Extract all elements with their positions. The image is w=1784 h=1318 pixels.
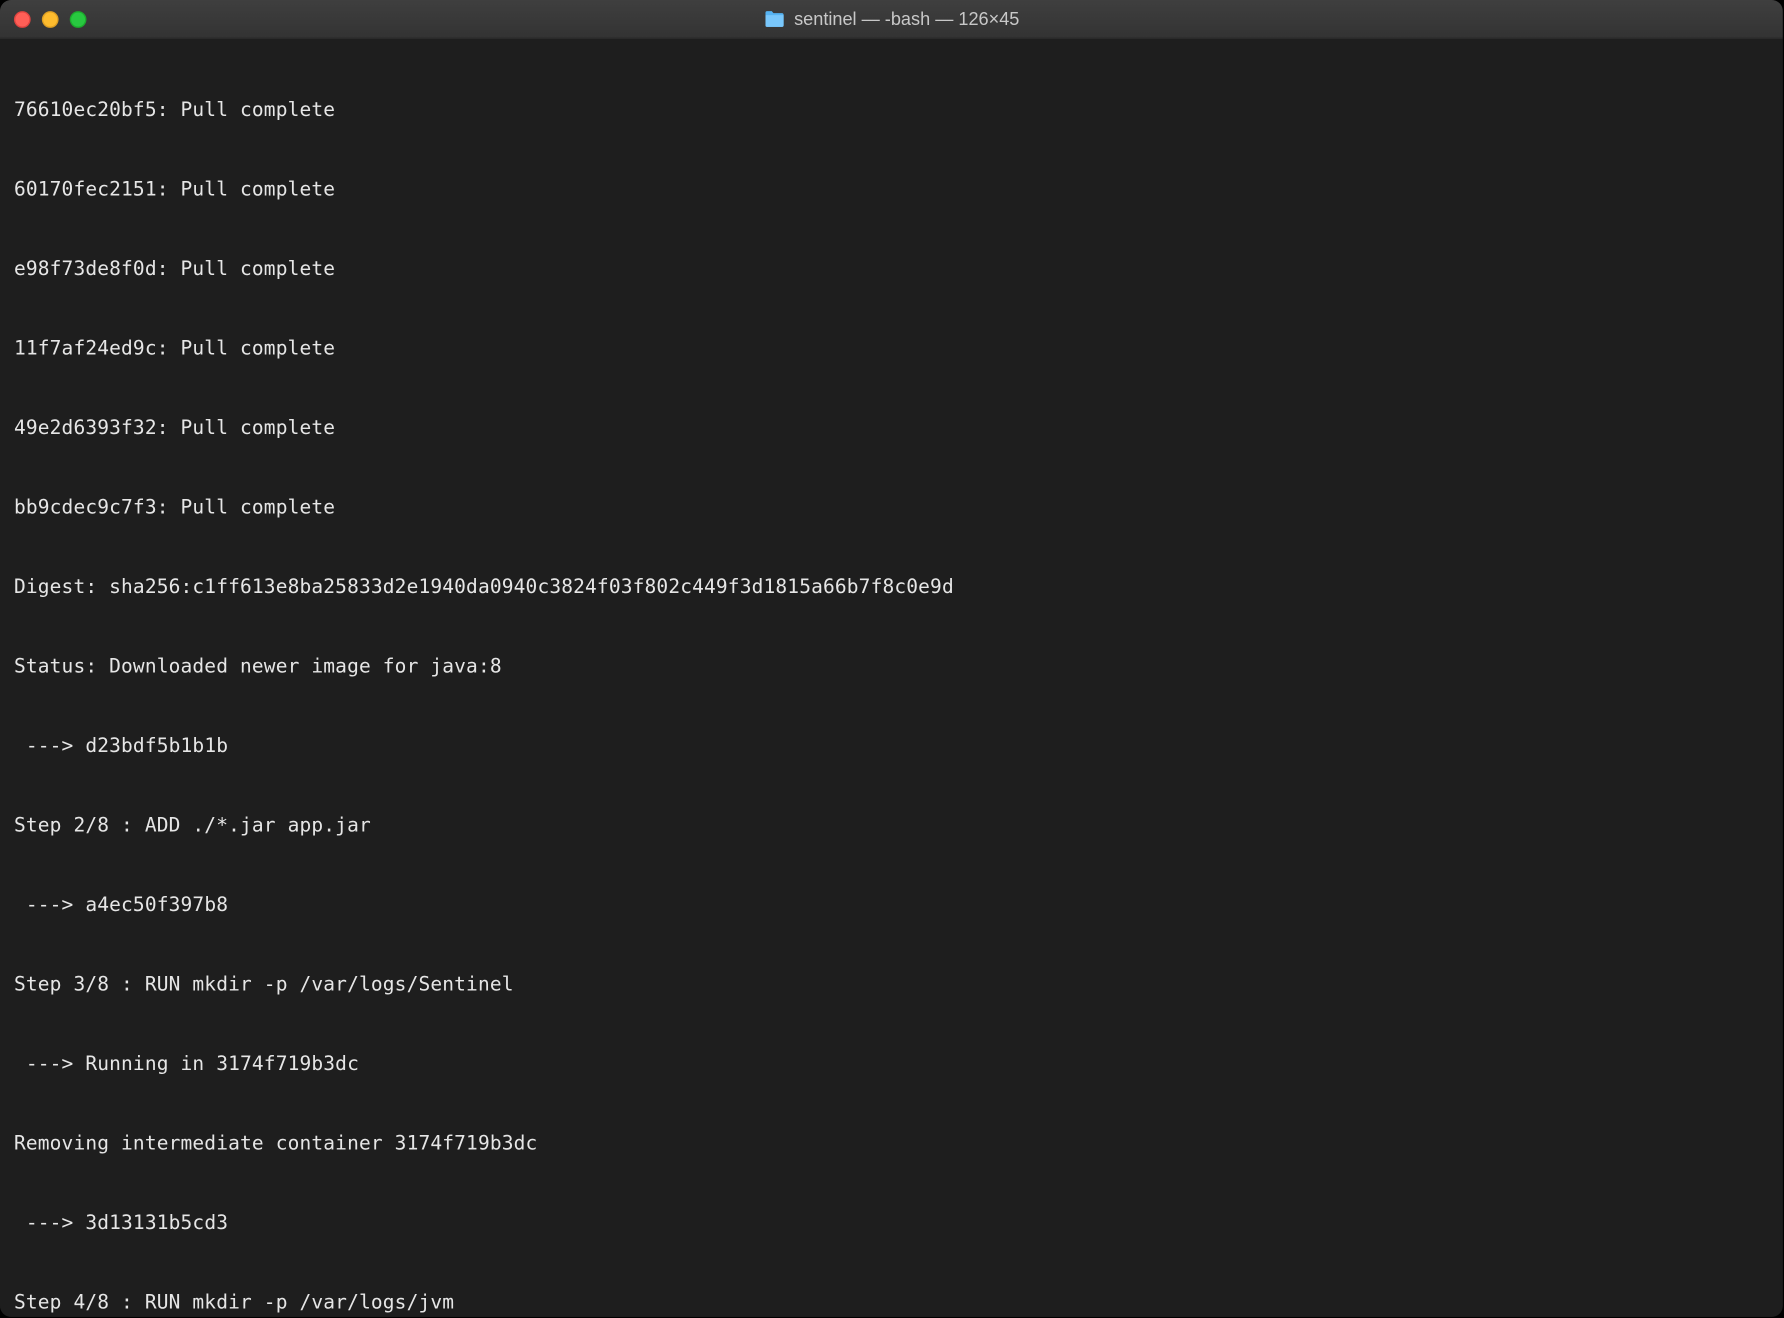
output-line: 49e2d6393f32: Pull complete xyxy=(14,416,1769,443)
minimize-button[interactable] xyxy=(42,10,59,27)
output-line: 60170fec2151: Pull complete xyxy=(14,177,1769,204)
output-line: ---> 3d13131b5cd3 xyxy=(14,1211,1769,1238)
folder-icon xyxy=(763,9,785,29)
output-line: bb9cdec9c7f3: Pull complete xyxy=(14,495,1769,522)
output-line: Step 4/8 : RUN mkdir -p /var/logs/jvm xyxy=(14,1290,1769,1317)
output-line: ---> Running in 3174f719b3dc xyxy=(14,1052,1769,1079)
output-line: Removing intermediate container 3174f719… xyxy=(14,1131,1769,1158)
output-line: Status: Downloaded newer image for java:… xyxy=(14,654,1769,681)
output-line: e98f73de8f0d: Pull complete xyxy=(14,257,1769,284)
traffic-lights xyxy=(14,10,87,27)
output-line: 11f7af24ed9c: Pull complete xyxy=(14,336,1769,363)
window-title: sentinel — -bash — 126×45 xyxy=(794,8,1019,29)
output-line: ---> a4ec50f397b8 xyxy=(14,893,1769,920)
output-line: ---> d23bdf5b1b1b xyxy=(14,734,1769,761)
output-line: Step 2/8 : ADD ./*.jar app.jar xyxy=(14,813,1769,840)
close-button[interactable] xyxy=(14,10,31,27)
output-line: Step 3/8 : RUN mkdir -p /var/logs/Sentin… xyxy=(14,972,1769,999)
window-title-container: sentinel — -bash — 126×45 xyxy=(763,8,1019,29)
maximize-button[interactable] xyxy=(70,10,87,27)
output-line: Digest: sha256:c1ff613e8ba25833d2e1940da… xyxy=(14,575,1769,602)
terminal-body[interactable]: 76610ec20bf5: Pull complete 60170fec2151… xyxy=(0,39,1783,1317)
output-line: 76610ec20bf5: Pull complete xyxy=(14,98,1769,125)
titlebar: sentinel — -bash — 126×45 xyxy=(0,0,1783,39)
terminal-window: sentinel — -bash — 126×45 76610ec20bf5: … xyxy=(0,0,1783,1317)
